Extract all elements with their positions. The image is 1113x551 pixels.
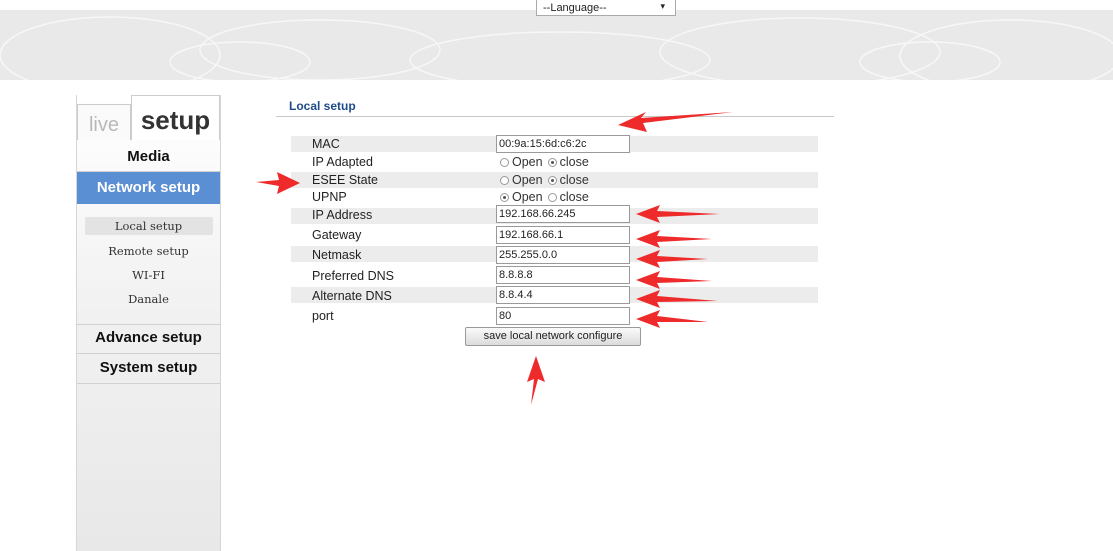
sidebar-item-system-setup[interactable]: System setup (77, 359, 220, 376)
upnp-close-radio[interactable] (547, 192, 557, 202)
sidebar-item-advance-setup[interactable]: Advance setup (77, 329, 220, 346)
sidebar-subitem-remote-setup[interactable]: Remote setup (77, 244, 220, 258)
ip-address-field[interactable]: 192.168.66.245 (496, 205, 630, 223)
ip-address-label: IP Address (312, 208, 373, 222)
ip-adapted-radio-group: Open close (500, 154, 594, 170)
radio-label-open: Open (512, 190, 543, 204)
chevron-down-icon: ▾ (660, 1, 665, 11)
esee-state-close-radio[interactable] (547, 175, 557, 185)
upnp-open-radio[interactable] (500, 192, 509, 202)
radio-label-close: close (559, 173, 589, 187)
sidebar-item-network-setup[interactable]: Network setup (77, 172, 220, 204)
netmask-field[interactable]: 255.255.0.0 (496, 246, 630, 264)
port-field[interactable]: 80 (496, 307, 630, 325)
mac-label: MAC (312, 137, 340, 151)
ip-adapted-open-radio[interactable] (500, 157, 509, 167)
section-title: Local setup (289, 99, 356, 113)
annotation-arrow-icon (618, 112, 733, 132)
alternate-dns-label: Alternate DNS (312, 289, 392, 303)
ip-adapted-label: IP Adapted (312, 155, 373, 169)
radio-label-close: close (559, 155, 589, 169)
sidebar-subitem-danale[interactable]: Danale (77, 292, 220, 306)
upnp-label: UPNP (312, 190, 347, 204)
sidebar-subitem-local-setup[interactable]: Local setup (77, 219, 220, 233)
netmask-label: Netmask (312, 248, 362, 262)
esee-state-open-radio[interactable] (500, 175, 509, 185)
header-banner (0, 10, 1113, 80)
alternate-dns-field[interactable]: 8.8.4.4 (496, 286, 630, 304)
language-select-label: --Language-- (543, 2, 607, 14)
gateway-field[interactable]: 192.168.66.1 (496, 226, 630, 244)
annotation-arrow-icon (527, 356, 545, 405)
radio-label-close: close (559, 190, 589, 204)
gateway-label: Gateway (312, 228, 362, 242)
radio-label-open: Open (512, 155, 543, 169)
save-local-network-button[interactable]: save local network configure (465, 327, 641, 346)
sidebar-subitem-wifi[interactable]: WI-FI (77, 268, 220, 282)
banner-decoration (0, 16, 1113, 80)
divider (77, 353, 220, 354)
mac-field[interactable]: 00:9a:15:6d:c6:2c (496, 135, 630, 153)
preferred-dns-field[interactable]: 8.8.8.8 (496, 266, 630, 284)
divider (276, 116, 834, 117)
tab-setup[interactable]: setup (131, 95, 220, 140)
ip-adapted-close-radio[interactable] (547, 157, 557, 167)
tab-live[interactable]: live (77, 104, 131, 140)
language-select[interactable]: --Language-- ▾ (536, 0, 676, 16)
esee-state-radio-group: Open close (500, 172, 594, 188)
sidebar-item-media[interactable]: Media (77, 148, 220, 165)
divider (77, 324, 220, 325)
port-label: port (312, 309, 334, 323)
preferred-dns-label: Preferred DNS (312, 269, 394, 283)
annotation-arrow-icon (636, 310, 708, 328)
upnp-radio-group: Open close (500, 189, 594, 205)
radio-label-open: Open (512, 173, 543, 187)
divider (77, 383, 220, 384)
esee-state-label: ESEE State (312, 173, 379, 187)
